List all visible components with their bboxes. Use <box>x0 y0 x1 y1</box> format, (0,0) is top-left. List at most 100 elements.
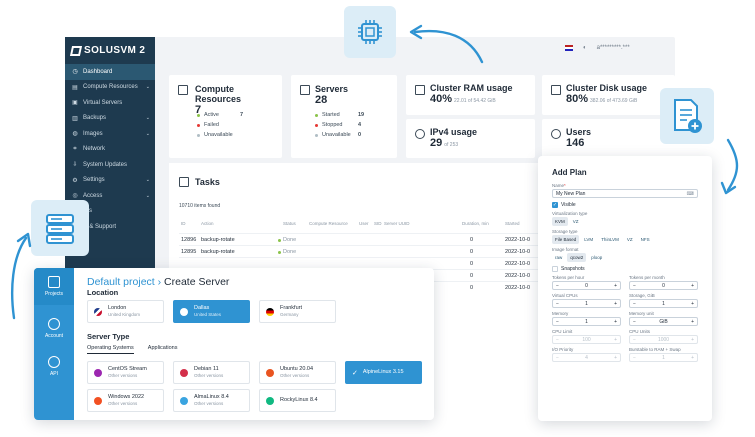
status-dot-icon <box>197 113 200 117</box>
quantity-stepper[interactable]: −1 + <box>552 299 621 308</box>
quantity-stepper[interactable]: −4 + <box>552 353 621 362</box>
os-tile[interactable]: CentOS Stream Other versions <box>87 361 164 384</box>
minus-icon[interactable]: − <box>633 319 636 325</box>
plus-icon[interactable]: + <box>691 301 694 307</box>
minus-icon[interactable]: − <box>556 337 559 343</box>
nav-account[interactable]: Account <box>34 318 74 339</box>
disk-usage-card[interactable]: Cluster Disk usage 80% 382.06 of 473.69 G… <box>542 75 675 115</box>
minus-icon[interactable]: − <box>556 301 559 307</box>
plus-icon[interactable]: + <box>691 319 694 325</box>
plan-name-input[interactable]: My New Plan ⌨ <box>552 189 698 198</box>
plus-icon[interactable]: + <box>614 319 617 325</box>
minus-icon[interactable]: − <box>633 283 636 289</box>
os-tile[interactable]: RockyLinux 8.4 <box>259 389 336 412</box>
option-button[interactable]: NFS <box>638 235 653 244</box>
plus-icon[interactable]: + <box>614 337 617 343</box>
sidebar-item-1[interactable]: ▤ Compute Resources ⌄ <box>65 80 155 96</box>
minus-icon[interactable]: − <box>556 355 559 361</box>
quantity-stepper[interactable]: −100 + <box>552 335 621 344</box>
quantity-stepper[interactable]: −1000 + <box>629 335 698 344</box>
sidebar-item-4[interactable]: ◍ Images ⌄ <box>65 126 155 142</box>
quantity-stepper[interactable]: −0 + <box>552 281 621 290</box>
compute-icon <box>178 85 188 95</box>
option-button[interactable]: raw <box>552 253 565 262</box>
theme-toggle-icon[interactable]: ◐ <box>583 45 587 51</box>
os-tile[interactable]: Debian 11 Other versions <box>173 361 250 384</box>
virtualization-selector: KVM VZ <box>552 217 698 226</box>
location-2[interactable]: Frankfurt Germany <box>259 300 336 323</box>
visible-checkbox[interactable]: ✓ Visible <box>552 202 698 208</box>
sidebar-item-6[interactable]: ⇩ System Updates <box>65 157 155 173</box>
quantity-stepper[interactable]: −1 + <box>629 299 698 308</box>
minus-icon[interactable]: − <box>633 337 636 343</box>
option-button[interactable]: KVM <box>552 217 568 226</box>
sidebar-item-label: Images <box>83 130 103 137</box>
column-header[interactable]: Action <box>201 221 214 226</box>
logo[interactable]: SOLUSVM 2 <box>65 37 155 64</box>
option-button[interactable]: File Based <box>552 235 580 244</box>
sidebar-item-3[interactable]: ▥ Backups ⌄ <box>65 111 155 127</box>
location-0[interactable]: London United Kingdom <box>87 300 164 323</box>
sidebar-item-5[interactable]: ⌗ Network <box>65 142 155 158</box>
plus-icon[interactable]: + <box>614 283 617 289</box>
column-header[interactable]: Status <box>283 221 296 226</box>
column-header[interactable]: SID <box>374 221 382 226</box>
users-card[interactable]: Users 146 <box>542 119 675 158</box>
option-button[interactable]: ploop <box>588 253 605 262</box>
column-header[interactable]: Started <box>505 221 520 226</box>
sidebar-item-label: Virtual Servers <box>83 99 123 106</box>
sidebar-item-7[interactable]: ⚙ Settings ⌄ <box>65 173 155 189</box>
os-tile[interactable]: Ubuntu 20.04 Other versions <box>259 361 336 384</box>
user-icon <box>551 129 561 139</box>
sidebar-item-label: System Updates <box>83 161 128 168</box>
document-badge <box>660 88 714 144</box>
minus-icon[interactable]: − <box>633 355 636 361</box>
option-button[interactable]: VZ <box>624 235 636 244</box>
plus-icon[interactable]: + <box>614 301 617 307</box>
column-header[interactable]: Duration, min <box>462 221 489 226</box>
plus-icon[interactable]: + <box>614 355 617 361</box>
table-row[interactable]: 12895 backup-rotate Done 0 2022-10-0 <box>179 245 549 257</box>
language-flag-icon[interactable] <box>565 45 573 51</box>
minus-icon[interactable]: − <box>556 283 559 289</box>
minus-icon[interactable]: − <box>556 319 559 325</box>
tab-applications[interactable]: Applications <box>148 345 178 354</box>
plus-icon[interactable]: + <box>691 355 694 361</box>
quantity-stepper[interactable]: −1 + <box>552 317 621 326</box>
plus-icon[interactable]: + <box>691 337 694 343</box>
image-format-selector: raw qcow2 ploop <box>552 253 698 262</box>
user-email[interactable]: a*********.*** <box>597 45 630 51</box>
minus-icon[interactable]: − <box>633 301 636 307</box>
project-link[interactable]: Default project <box>87 276 155 288</box>
ipv4-usage-card[interactable]: IPv4 usage 29 of 253 <box>406 119 535 158</box>
status-row: Failed <box>197 120 243 130</box>
column-header[interactable]: ID <box>181 221 186 226</box>
cell-started: 2022-10-0 <box>505 285 531 291</box>
column-header[interactable]: User <box>359 221 369 226</box>
option-button[interactable]: ThinLVM <box>598 235 622 244</box>
sidebar-item-0[interactable]: ◷ Dashboard <box>65 64 155 80</box>
option-button[interactable]: VZ <box>570 217 582 226</box>
tab-operating-systems[interactable]: Operating Systems <box>87 345 134 354</box>
option-button[interactable]: qcow2 <box>567 253 587 262</box>
location-1[interactable]: Dallas United States <box>173 300 250 323</box>
plus-icon[interactable]: + <box>691 283 694 289</box>
option-button[interactable]: LVM <box>581 235 596 244</box>
os-tile[interactable]: AlmaLinux 8.4 Other versions <box>173 389 250 412</box>
nav-projects[interactable]: Projects <box>34 268 74 305</box>
table-row[interactable]: 12896 backup-rotate Done 0 2022-10-0 <box>179 233 549 245</box>
column-header[interactable]: Server UUID <box>384 221 410 226</box>
nav-api[interactable]: API <box>34 356 74 377</box>
os-tile[interactable]: Windows 2022 Other versions <box>87 389 164 412</box>
cpu-badge <box>344 6 396 58</box>
quantity-stepper[interactable]: − GiB + <box>629 317 698 326</box>
sidebar-item-2[interactable]: ▣ Virtual Servers <box>65 95 155 111</box>
quantity-stepper[interactable]: −1 + <box>629 353 698 362</box>
os-tile[interactable]: ✓ AlpineLinux 3.15 <box>345 361 422 384</box>
ram-usage-card[interactable]: Cluster RAM usage 40% 22.01 of 54.42 GiB <box>406 75 535 115</box>
compute-resources-card[interactable]: Compute Resources 7 Active 7 Failed Unavail… <box>169 75 282 158</box>
quantity-stepper[interactable]: −0 + <box>629 281 698 290</box>
de-flag-icon <box>266 307 274 316</box>
servers-card[interactable]: Servers 28 Started 19 Stopped 4 Unavailable 0 <box>291 75 397 158</box>
column-header[interactable]: Compute Resource <box>309 221 348 226</box>
